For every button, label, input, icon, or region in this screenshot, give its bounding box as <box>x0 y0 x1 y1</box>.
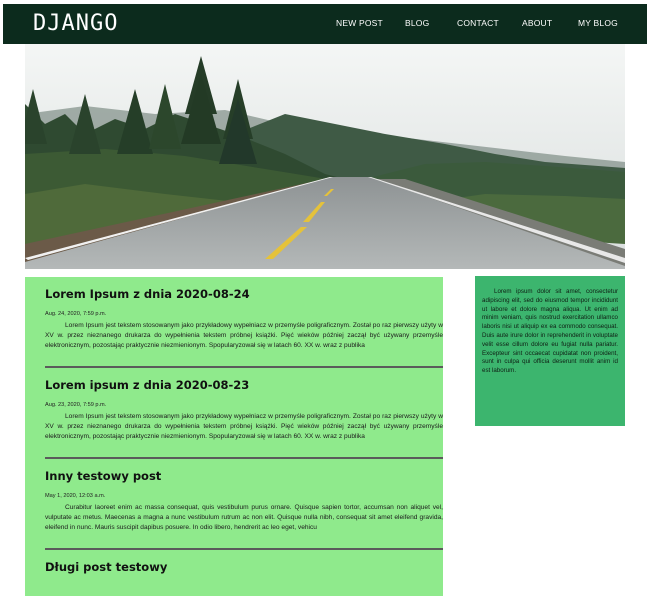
nav-link-new-post[interactable]: NEW POST <box>336 18 383 28</box>
hero-image <box>25 44 625 269</box>
road-forest-illustration <box>25 44 625 269</box>
navbar: DJANGO NEW POST BLOG CONTACT ABOUT MY BL… <box>3 4 647 44</box>
post-date: May 1, 2020, 12:03 a.m. <box>45 493 106 499</box>
post-date: Aug. 23, 2020, 7:59 p.m. <box>45 402 107 408</box>
post-excerpt: Lorem Ipsum jest tekstem stosowanym jako… <box>45 322 443 349</box>
post-item: Lorem Ipsum z dnia 2020-08-24 Aug. 24, 2… <box>25 277 443 361</box>
posts-column: Lorem Ipsum z dnia 2020-08-24 Aug. 24, 2… <box>25 277 443 596</box>
nav-links: NEW POST BLOG CONTACT ABOUT MY BLOG <box>3 18 647 32</box>
sidebar-box: Lorem ipsum dolor sit amet, consectetur … <box>475 276 625 426</box>
post-title-link[interactable]: Lorem ipsum z dnia 2020-08-23 <box>45 368 443 398</box>
post-excerpt: Lorem Ipsum jest tekstem stosowanym jako… <box>45 413 443 440</box>
nav-link-contact[interactable]: CONTACT <box>457 18 499 28</box>
sidebar-text: Lorem ipsum dolor sit amet, consectetur … <box>482 288 618 375</box>
nav-link-blog[interactable]: BLOG <box>405 18 429 28</box>
post-title-link[interactable]: Długi post testowy <box>45 550 443 580</box>
nav-link-about[interactable]: ABOUT <box>522 18 552 28</box>
post-excerpt: Curabitur laoreet enim ac massa consequa… <box>45 504 443 531</box>
post-title-link[interactable]: Inny testowy post <box>45 459 443 489</box>
nav-link-my-blog[interactable]: MY BLOG <box>578 18 618 28</box>
post-item: Inny testowy post May 1, 2020, 12:03 a.m… <box>25 459 443 543</box>
post-item: Długi post testowy <box>25 550 443 580</box>
post-title-link[interactable]: Lorem Ipsum z dnia 2020-08-24 <box>45 277 443 307</box>
post-item: Lorem ipsum z dnia 2020-08-23 Aug. 23, 2… <box>25 368 443 452</box>
post-date: Aug. 24, 2020, 7:59 p.m. <box>45 311 107 317</box>
